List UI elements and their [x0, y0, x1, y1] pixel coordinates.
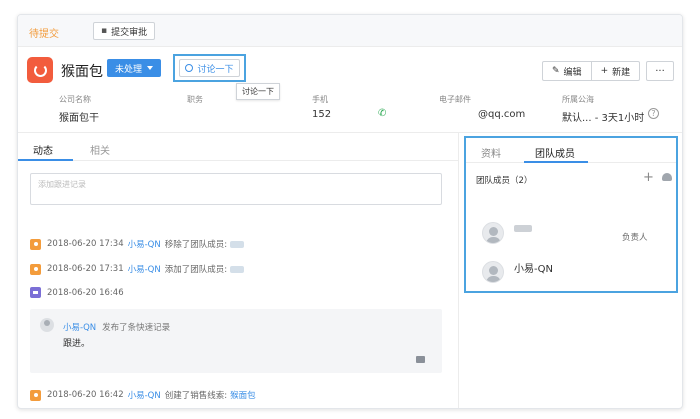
activity-pane: 动态 相关 添加跟进记录 2018-06-20 17:34 小易-QN 移除了团… [18, 133, 458, 408]
status-label: 待提交 [29, 29, 59, 40]
log-action: 移除了团队成员: [164, 240, 228, 250]
log-item: 2018-06-20 17:34 小易-QN 移除了团队成员: [30, 238, 245, 250]
discuss-label: 讨论一下 [197, 64, 234, 75]
members-title: 团队成员（2） [476, 176, 533, 186]
pool-value: 默认... - 3天1小时 [562, 113, 645, 124]
edit-button[interactable]: ✎ 编辑 [543, 62, 592, 80]
tab-info[interactable]: 资料 [481, 145, 501, 160]
new-label: 新建 [612, 67, 631, 78]
pin-icon [30, 238, 41, 250]
member-name: 小易-QN [514, 263, 553, 275]
stage-dropdown[interactable]: 未处理 [107, 59, 162, 77]
customer-detail-card: 待提交 ▪︎ 提交审批 猴面包 未处理 讨论一下 讨论一下 ✎ 编辑 + 新建 … [17, 14, 683, 409]
add-icon[interactable]: + [643, 170, 654, 185]
blurred-member [230, 265, 245, 273]
member-role: 负责人 [622, 233, 648, 243]
active-tab-indicator [524, 161, 588, 163]
logo-icon [27, 57, 53, 83]
note-action: 发布了条快速记录 [102, 323, 171, 333]
lead-link[interactable]: 猴面包 [230, 389, 256, 401]
log-time: 2018-06-20 17:34 [47, 239, 124, 249]
log-action: 创建了销售线索: [164, 391, 228, 401]
blurred-member-name [514, 224, 532, 232]
discuss-tooltip: 讨论一下 [236, 83, 280, 100]
comment-icon[interactable] [416, 356, 425, 363]
log-action: 添加了团队成员: [164, 265, 228, 275]
action-button-group: ✎ 编辑 + 新建 [542, 61, 641, 81]
info-tabs: 资料 团队成员 [466, 138, 676, 163]
pin-icon [30, 389, 41, 401]
chat-bubble-icon [185, 64, 194, 72]
note-body: 跟进。 [63, 339, 91, 349]
plus-icon: + [600, 66, 609, 76]
activity-tabs: 动态 相关 [18, 133, 458, 161]
submit-approval-button[interactable]: ▪︎ 提交审批 [93, 22, 156, 40]
email-label: 电子邮件 [439, 95, 471, 104]
active-tab-indicator [18, 159, 73, 161]
position-label: 职务 [187, 95, 203, 104]
log-user[interactable]: 小易-QN [128, 263, 161, 275]
stage-label: 未处理 [115, 64, 143, 75]
avatar-icon [482, 261, 504, 283]
tab-related[interactable]: 相关 [90, 142, 110, 157]
log-user[interactable]: 小易-QN [128, 238, 161, 250]
phone-label: 手机 [312, 95, 328, 104]
log-user[interactable]: 小易-QN [128, 389, 161, 401]
help-icon[interactable]: ? [648, 108, 659, 119]
member-item[interactable] [482, 222, 532, 244]
discuss-button[interactable]: 讨论一下 [179, 59, 240, 77]
pane-divider [458, 133, 459, 408]
log-time: 2018-06-20 16:46 [47, 287, 124, 298]
note-user[interactable]: 小易-QN [63, 323, 96, 333]
tab-activity[interactable]: 动态 [33, 142, 53, 157]
new-button[interactable]: + 新建 [592, 62, 640, 80]
pencil-icon: ✎ [552, 66, 560, 76]
company-label: 公司名称 [59, 95, 91, 104]
submit-icon: ▪︎ [101, 26, 108, 36]
more-button[interactable]: ··· [646, 61, 674, 81]
settings-icon[interactable] [662, 173, 672, 181]
log-item: 2018-06-20 16:42 小易-QN 创建了销售线索: 猴面包 [30, 389, 256, 401]
discuss-highlight: 讨论一下 [173, 54, 246, 82]
caret-down-icon [147, 66, 154, 70]
avatar-icon [482, 222, 504, 244]
company-value: 猴面包干 [59, 113, 99, 124]
quick-note-card: 小易-QN 发布了条快速记录 跟进。 [30, 309, 442, 373]
avatar [40, 318, 54, 332]
blurred-member [230, 240, 245, 248]
customer-name: 猴面包 [61, 64, 103, 80]
email-value: @qq.com [478, 109, 526, 120]
log-item: 2018-06-20 16:46 [30, 287, 124, 298]
submit-approval-label: 提交审批 [111, 27, 148, 38]
phone-value: 152 [312, 109, 332, 120]
note-icon [30, 287, 41, 298]
note-header: 小易-QN 发布了条快速记录 [63, 321, 170, 333]
pin-icon [30, 263, 41, 275]
followup-input[interactable]: 添加跟进记录 [30, 173, 442, 205]
log-time: 2018-06-20 16:42 [47, 390, 124, 400]
tab-team-members[interactable]: 团队成员 [535, 145, 575, 160]
pool-label: 所属公海 [562, 95, 594, 104]
team-pane: 资料 团队成员 团队成员（2） + 负责人 小易-QN [464, 136, 678, 293]
top-bar: 待提交 ▪︎ 提交审批 [18, 15, 682, 47]
member-item[interactable]: 小易-QN [482, 261, 553, 283]
log-time: 2018-06-20 17:31 [47, 264, 124, 274]
phone-icon[interactable]: ✆ [378, 108, 386, 119]
log-item: 2018-06-20 17:31 小易-QN 添加了团队成员: [30, 263, 245, 275]
edit-label: 编辑 [563, 67, 582, 78]
